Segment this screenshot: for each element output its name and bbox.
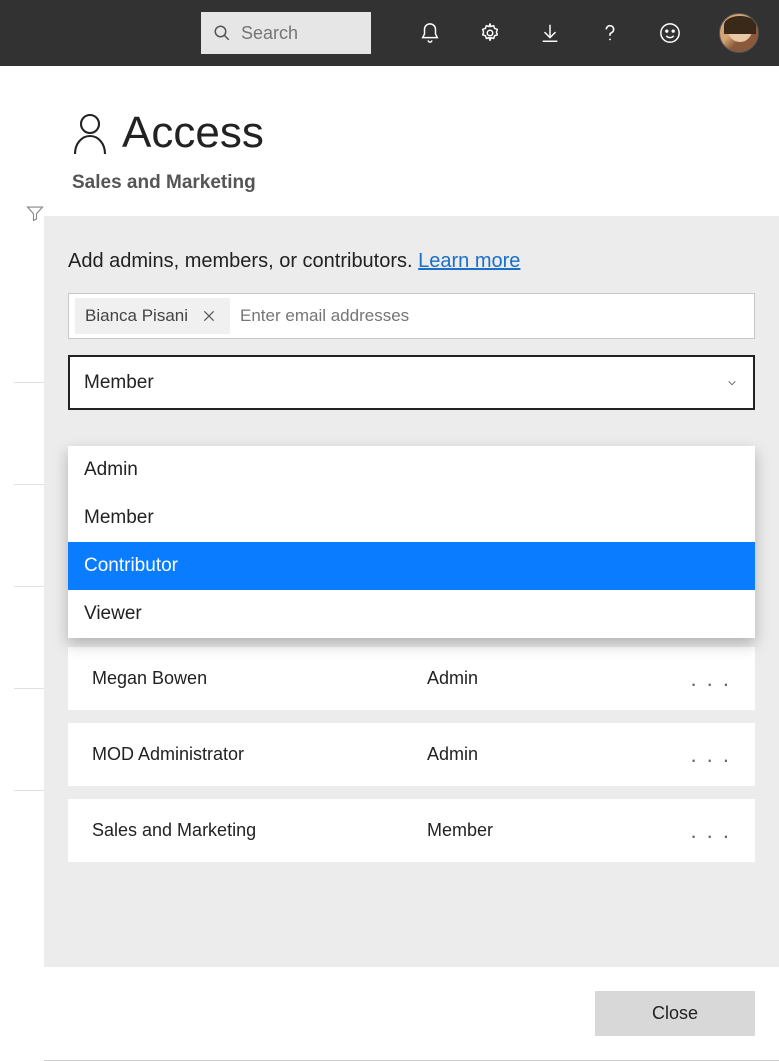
more-icon[interactable]: . . . bbox=[690, 742, 731, 768]
user-chip: Bianca Pisani bbox=[75, 298, 230, 334]
row-permission: Admin bbox=[427, 668, 690, 689]
avatar[interactable] bbox=[719, 13, 759, 53]
left-sliver bbox=[0, 66, 44, 1061]
chevron-down-icon bbox=[725, 378, 739, 388]
download-icon[interactable] bbox=[539, 22, 561, 44]
role-select[interactable]: Member bbox=[68, 355, 755, 410]
top-bar bbox=[0, 0, 779, 66]
role-dropdown: Admin Member Contributor Viewer bbox=[68, 446, 755, 638]
role-option-member[interactable]: Member bbox=[68, 494, 755, 542]
table-row: MOD Administrator Admin . . . bbox=[68, 723, 755, 786]
search-box[interactable] bbox=[201, 12, 371, 54]
row-permission: Member bbox=[427, 820, 690, 841]
close-button[interactable]: Close bbox=[595, 991, 755, 1036]
table-row: Sales and Marketing Member . . . bbox=[68, 799, 755, 862]
email-input-container[interactable]: Bianca Pisani bbox=[68, 293, 755, 339]
instruction-text: Add admins, members, or contributors. Le… bbox=[68, 250, 755, 273]
settings-icon[interactable] bbox=[479, 22, 501, 44]
panel-header: Access Sales and Marketing bbox=[44, 66, 779, 216]
role-option-viewer[interactable]: Viewer bbox=[68, 590, 755, 638]
role-selected-label: Member bbox=[84, 372, 154, 394]
access-panel: Access Sales and Marketing Add admins, m… bbox=[44, 66, 779, 1061]
help-icon[interactable] bbox=[599, 22, 621, 44]
more-icon[interactable]: . . . bbox=[690, 666, 731, 692]
panel-subtitle: Sales and Marketing bbox=[72, 172, 751, 194]
table-row: Megan Bowen Admin . . . bbox=[68, 647, 755, 710]
notifications-icon[interactable] bbox=[419, 22, 441, 44]
chip-remove-icon[interactable] bbox=[198, 307, 220, 325]
filter-icon bbox=[26, 204, 44, 222]
learn-more-link[interactable]: Learn more bbox=[418, 250, 520, 272]
row-permission: Admin bbox=[427, 744, 690, 765]
role-option-contributor[interactable]: Contributor bbox=[68, 542, 755, 590]
role-option-label: Viewer bbox=[84, 603, 142, 625]
row-name: Sales and Marketing bbox=[92, 820, 427, 841]
feedback-icon[interactable] bbox=[659, 22, 681, 44]
instruction-label: Add admins, members, or contributors. bbox=[68, 250, 413, 272]
panel-title: Access bbox=[122, 108, 264, 158]
more-icon[interactable]: . . . bbox=[690, 818, 731, 844]
role-option-label: Admin bbox=[84, 459, 138, 481]
search-input[interactable] bbox=[231, 23, 359, 44]
search-icon bbox=[213, 24, 231, 42]
role-option-label: Contributor bbox=[84, 555, 178, 577]
chip-label: Bianca Pisani bbox=[85, 306, 188, 326]
row-name: Megan Bowen bbox=[92, 668, 427, 689]
role-option-admin[interactable]: Admin bbox=[68, 446, 755, 494]
role-option-label: Member bbox=[84, 507, 154, 529]
email-input[interactable] bbox=[230, 294, 748, 338]
person-icon bbox=[72, 112, 108, 154]
panel-body: Add admins, members, or contributors. Le… bbox=[44, 216, 779, 967]
panel-footer: Close bbox=[44, 967, 779, 1060]
row-name: MOD Administrator bbox=[92, 744, 427, 765]
